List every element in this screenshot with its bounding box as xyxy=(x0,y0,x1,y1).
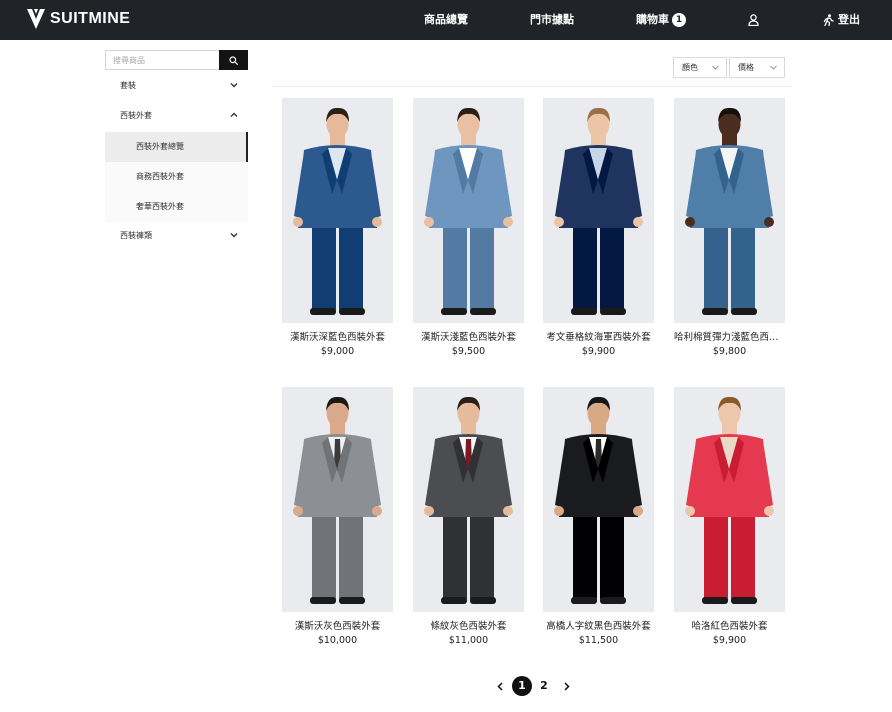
cart-count-badge: 1 xyxy=(672,13,686,27)
nav-cart-label: 購物車 xyxy=(636,13,669,26)
product-card[interactable]: 高橋人字紋黑色西裝外套 $11,500 xyxy=(543,387,654,646)
product-name[interactable]: 漢斯沃灰色西裝外套 xyxy=(282,618,393,632)
chevron-down-icon xyxy=(230,83,238,88)
model-figure xyxy=(424,107,513,315)
product-photo[interactable] xyxy=(674,387,785,612)
nav-products[interactable]: 商品總覽 xyxy=(424,0,468,40)
search-button[interactable] xyxy=(219,50,248,70)
product-card[interactable]: 哈利棉質彈力淺藍色西裝外套 $9,800 xyxy=(674,98,785,357)
product-name[interactable]: 哈洛紅色西裝外套 xyxy=(674,618,785,632)
subcategory-label: 商務西裝外套 xyxy=(136,172,184,181)
product-photo[interactable] xyxy=(413,387,524,612)
category-trousers[interactable]: 西裝褲類 xyxy=(105,222,248,252)
category-label: 西裝外套 xyxy=(120,111,152,120)
page-number[interactable]: 2 xyxy=(534,676,554,696)
model-figure xyxy=(424,396,513,604)
chevron-right-icon xyxy=(564,681,570,691)
nav-cart[interactable]: 購物車 1 xyxy=(636,0,686,40)
product-name[interactable]: 哈利棉質彈力淺藍色西裝外套 xyxy=(674,329,785,343)
product-photo[interactable] xyxy=(674,98,785,323)
product-price: $9,500 xyxy=(451,346,486,357)
nav-products-label: 商品總覽 xyxy=(424,13,468,26)
model-figure xyxy=(685,107,774,315)
nav-stores[interactable]: 門市據點 xyxy=(530,0,574,40)
running-person-icon xyxy=(823,14,834,26)
chevron-down-icon xyxy=(712,65,719,70)
color-filter-select[interactable]: 顏色 xyxy=(673,57,727,78)
account-button[interactable] xyxy=(748,0,759,40)
user-icon xyxy=(748,14,759,26)
product-name[interactable]: 高橋人字紋黑色西裝外套 xyxy=(543,618,654,632)
chevron-left-icon xyxy=(497,681,503,691)
category-suits[interactable]: 套裝 xyxy=(105,72,248,102)
product-photo[interactable] xyxy=(543,387,654,612)
category-blazers[interactable]: 西裝外套 xyxy=(105,102,248,132)
chevron-down-icon xyxy=(770,65,777,70)
product-card[interactable]: 哈洛紅色西裝外套 $9,900 xyxy=(674,387,785,646)
product-card[interactable]: 考文垂格紋海軍西裝外套 $9,900 xyxy=(543,98,654,357)
model-figure xyxy=(685,396,774,604)
product-card[interactable]: 漢斯沃淺藍色西裝外套 $9,500 xyxy=(413,98,524,357)
product-price: $9,800 xyxy=(712,346,747,357)
search-input[interactable] xyxy=(105,50,219,70)
page-number-current[interactable]: 1 xyxy=(512,676,532,696)
subcategory-luxury-blazers[interactable]: 奢華西裝外套 xyxy=(105,192,248,222)
chevron-up-icon xyxy=(230,112,238,117)
product-card[interactable]: 漢斯沃深藍色西裝外套 $9,000 xyxy=(282,98,393,357)
top-navigation-bar: SUITMINE 商品總覽 門市據點 購物車 1 登出 xyxy=(0,0,892,40)
previous-page-button[interactable] xyxy=(494,676,506,696)
model-figure xyxy=(554,107,643,315)
logout-button[interactable]: 登出 xyxy=(823,0,860,40)
brand-logo[interactable]: SUITMINE xyxy=(26,8,130,30)
model-figure xyxy=(554,396,643,604)
model-figure xyxy=(293,107,382,315)
product-name[interactable]: 漢斯沃深藍色西裝外套 xyxy=(282,329,393,343)
next-page-button[interactable] xyxy=(561,676,573,696)
category-label: 套裝 xyxy=(120,81,136,90)
model-figure xyxy=(293,396,382,604)
product-photo[interactable] xyxy=(282,98,393,323)
filter-divider xyxy=(272,86,792,87)
product-price: $9,900 xyxy=(712,635,747,646)
product-name[interactable]: 條紋灰色西裝外套 xyxy=(413,618,524,632)
product-card[interactable]: 條紋灰色西裝外套 $11,000 xyxy=(413,387,524,646)
product-price: $10,000 xyxy=(317,635,358,646)
category-label: 西裝褲類 xyxy=(120,231,152,240)
category-sidebar: 套裝 西裝外套 西裝外套總覽 商務西裝外套 奢華西裝外套 西裝褲類 xyxy=(105,72,248,252)
product-card[interactable]: 漢斯沃灰色西裝外套 $10,000 xyxy=(282,387,393,646)
product-name[interactable]: 考文垂格紋海軍西裝外套 xyxy=(543,329,654,343)
brand-name: SUITMINE xyxy=(50,10,131,27)
nav-stores-label: 門市據點 xyxy=(530,13,574,26)
chevron-down-icon xyxy=(230,233,238,238)
product-photo[interactable] xyxy=(413,98,524,323)
product-photo[interactable] xyxy=(543,98,654,323)
subcategory-label: 西裝外套總覽 xyxy=(136,142,184,151)
product-search xyxy=(105,50,248,70)
color-filter-label: 顏色 xyxy=(682,63,698,72)
subcategory-blazers-all[interactable]: 西裝外套總覽 xyxy=(105,132,248,162)
logout-label: 登出 xyxy=(838,13,860,26)
search-icon xyxy=(229,55,238,65)
price-filter-select[interactable]: 價格 xyxy=(729,57,785,78)
product-price: $11,000 xyxy=(448,635,489,646)
logo-icon xyxy=(27,9,45,29)
price-filter-label: 價格 xyxy=(738,63,754,72)
product-price: $9,900 xyxy=(581,346,616,357)
product-name[interactable]: 漢斯沃淺藍色西裝外套 xyxy=(413,329,524,343)
subcategory-label: 奢華西裝外套 xyxy=(136,202,184,211)
product-photo[interactable] xyxy=(282,387,393,612)
product-price: $9,000 xyxy=(320,346,355,357)
subcategory-business-blazers[interactable]: 商務西裝外套 xyxy=(105,162,248,192)
pagination: 1 2 xyxy=(494,676,573,696)
product-price: $11,500 xyxy=(578,635,619,646)
